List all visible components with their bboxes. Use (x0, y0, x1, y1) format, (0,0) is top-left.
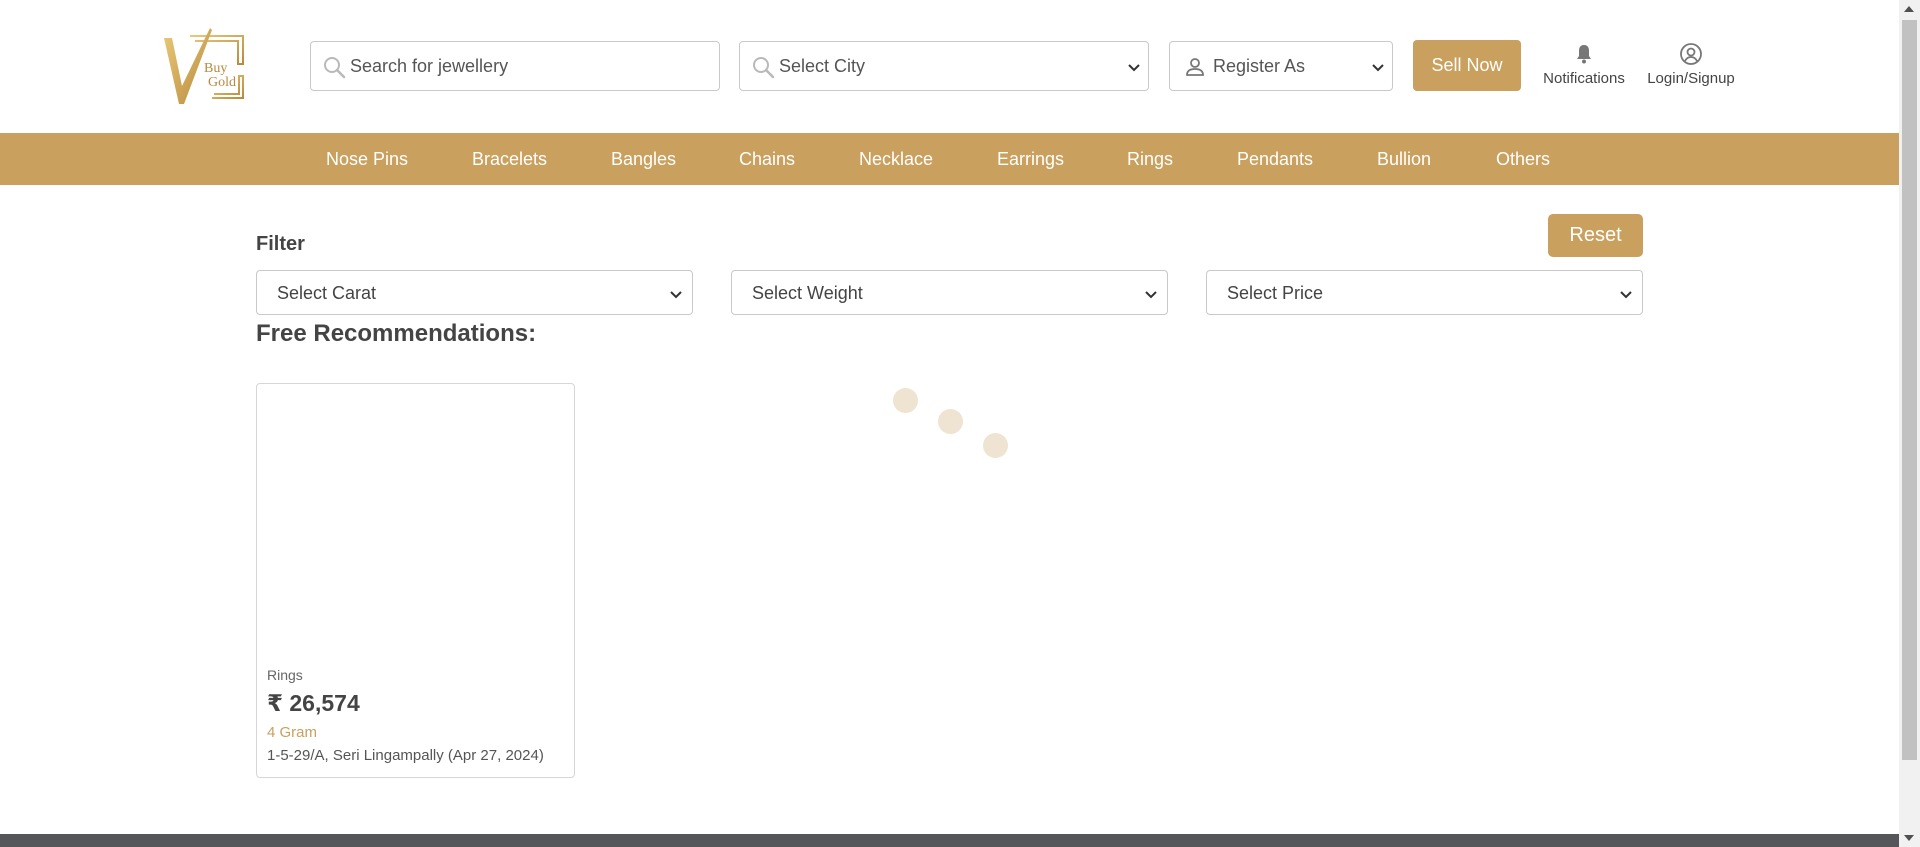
search-placeholder: Search for jewellery (350, 55, 509, 76)
filter-heading: Filter (256, 233, 305, 255)
category-bangles[interactable]: Bangles (611, 133, 676, 185)
category-nav: Nose Pins Bracelets Bangles Chains Neckl… (0, 133, 1899, 185)
page-scrollbar[interactable] (1899, 0, 1920, 847)
city-select[interactable]: Select City (739, 41, 1149, 91)
site-footer (0, 834, 1899, 847)
notifications-button[interactable]: Notifications (1538, 42, 1630, 87)
product-address: 1-5-29/A, Seri Lingampally (Apr 27, 2024… (267, 747, 544, 764)
chevron-down-icon (1372, 64, 1384, 72)
category-necklace[interactable]: Necklace (859, 133, 933, 185)
login-signup-button[interactable]: Login/Signup (1642, 42, 1740, 87)
site-header: Buy Gold Search for jewellery Select Cit… (0, 0, 1899, 133)
bell-icon (1577, 45, 1591, 64)
category-earrings[interactable]: Earrings (997, 133, 1064, 185)
account-circle-icon (1680, 43, 1702, 65)
category-chains[interactable]: Chains (739, 133, 795, 185)
sell-now-button[interactable]: Sell Now (1413, 40, 1521, 91)
chevron-down-icon (1145, 291, 1157, 299)
product-category: Rings (267, 667, 303, 683)
search-icon (324, 57, 346, 79)
logo-text-gold: Gold (208, 75, 236, 90)
carat-select-value: Select Carat (277, 283, 377, 303)
register-as-value: Register As (1213, 55, 1306, 76)
notifications-label: Notifications (1543, 70, 1625, 87)
scroll-down-arrow-icon[interactable] (1904, 835, 1914, 841)
logo-icon: Buy Gold (164, 28, 244, 104)
category-nose-pins[interactable]: Nose Pins (326, 133, 408, 185)
city-select-value: Select City (779, 55, 866, 76)
category-bracelets[interactable]: Bracelets (472, 133, 547, 185)
weight-select[interactable]: Select Weight (731, 270, 1168, 315)
buygold-logo[interactable]: Buy Gold (162, 28, 246, 106)
price-select-value: Select Price (1227, 283, 1324, 303)
user-icon (1186, 58, 1204, 76)
logo-text-buy: Buy (204, 61, 227, 76)
category-pendants[interactable]: Pendants (1237, 133, 1313, 185)
chevron-down-icon (1128, 64, 1140, 72)
recommendations-heading: Free Recommendations: (256, 320, 537, 347)
category-others[interactable]: Others (1496, 133, 1550, 185)
scroll-up-arrow-icon[interactable] (1904, 6, 1914, 12)
category-rings[interactable]: Rings (1127, 133, 1173, 185)
register-as-select[interactable]: Register As (1169, 41, 1393, 91)
loading-dot (938, 409, 963, 434)
product-weight: 4 Gram (267, 724, 318, 741)
weight-select-value: Select Weight (752, 283, 863, 303)
search-field[interactable]: Search for jewellery (310, 41, 720, 91)
product-price: ₹ 26,574 (267, 690, 360, 716)
loading-dot (983, 433, 1008, 458)
chevron-down-icon (1620, 291, 1632, 299)
scrollbar-thumb[interactable] (1902, 20, 1917, 760)
reset-button[interactable]: Reset (1548, 214, 1643, 257)
product-image[interactable] (257, 384, 574, 654)
carat-select[interactable]: Select Carat (256, 270, 693, 315)
search-icon (753, 57, 775, 79)
login-signup-label: Login/Signup (1647, 70, 1735, 87)
price-select[interactable]: Select Price (1206, 270, 1643, 315)
product-card[interactable]: Rings ₹ 26,574 4 Gram 1-5-29/A, Seri Lin… (256, 383, 575, 778)
loading-dot (893, 388, 918, 413)
chevron-down-icon (670, 291, 682, 299)
category-bullion[interactable]: Bullion (1377, 133, 1431, 185)
